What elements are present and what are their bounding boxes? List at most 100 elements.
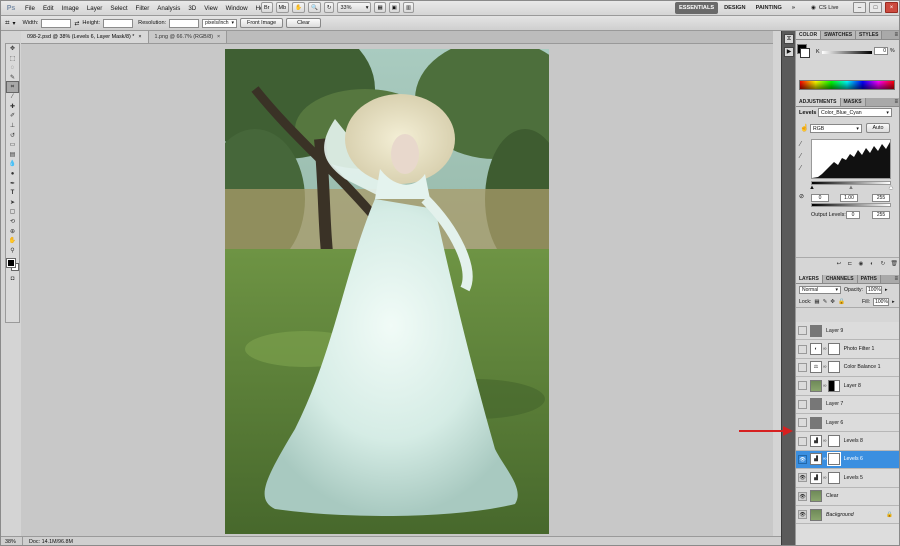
panel-menu-icon[interactable]: ≡ (894, 275, 898, 283)
visibility-icon[interactable]: ◉ (857, 260, 865, 268)
layer-row[interactable]: ◐ ∞ Photo Filter 1 (796, 340, 899, 359)
quick-mask-icon[interactable]: ◘ (7, 274, 18, 284)
trash-icon[interactable]: 🗑 (890, 260, 898, 268)
status-zoom[interactable]: 38% (1, 536, 23, 545)
layer-row[interactable]: ⚖ ∞ Color Balance 1 (796, 358, 899, 378)
width-field[interactable] (41, 18, 72, 28)
layer-mask-thumbnail[interactable] (826, 452, 841, 467)
clip-icon[interactable]: ⊏ (846, 260, 854, 268)
panel-menu-icon[interactable]: ≡ (894, 31, 898, 39)
visibility-toggle[interactable] (798, 436, 807, 446)
blend-mode-select[interactable]: Normal ▾ (799, 286, 841, 294)
chevron-right-icon[interactable]: ▸ (892, 299, 895, 305)
eye-icon[interactable]: 👁 (798, 454, 807, 464)
move-tool-icon[interactable]: ✥ (7, 44, 18, 54)
menu-layer[interactable]: Layer (83, 1, 106, 16)
menu-view[interactable]: View (200, 1, 221, 16)
close-icon[interactable]: × (138, 34, 141, 40)
foreground-color-swatch[interactable] (6, 258, 16, 269)
swap-icon[interactable]: ⇄ (74, 20, 79, 27)
visibility-toggle[interactable] (798, 362, 807, 372)
layer-mask-thumbnail[interactable] (827, 435, 840, 448)
shape-tool-icon[interactable]: ▢ (7, 207, 18, 217)
channel-select[interactable]: RGB ▾ (810, 124, 862, 133)
white-input-slider-handle[interactable]: ▲ (888, 185, 894, 191)
color-spectrum-ramp[interactable] (799, 80, 895, 90)
crop-tool-icon[interactable]: ⌗ (6, 81, 19, 93)
history-brush-tool-icon[interactable]: ↺ (7, 130, 18, 140)
menu-3d[interactable]: 3D (184, 1, 200, 16)
tab-channels[interactable]: CHANNELS (822, 275, 858, 283)
gamma-input-slider-handle[interactable]: ▲ (848, 185, 854, 191)
minimize-button[interactable]: – (853, 2, 866, 13)
workspace-essentials[interactable]: ESSENTIALS (675, 2, 719, 14)
crop-tool-icon[interactable]: ⌗ (5, 18, 10, 28)
height-field[interactable] (103, 18, 134, 28)
minibridge-button[interactable]: Mb (275, 2, 290, 13)
workspace-more[interactable]: » (788, 2, 799, 14)
gray-point-eyedropper-icon[interactable]: ⁄ (800, 153, 801, 160)
eyedropper-tool-icon[interactable]: ⁄ (7, 92, 18, 102)
menu-window[interactable]: Window (222, 1, 252, 16)
clone-stamp-tool-icon[interactable]: ⊥ (7, 121, 18, 131)
actions-panel-icon[interactable]: ▶ (784, 47, 794, 57)
cs-live[interactable]: ◉ CS Live (811, 2, 838, 14)
white-point-eyedropper-icon[interactable]: ⁄ (800, 165, 801, 172)
zoom-tool-icon[interactable]: ⚲ (7, 245, 18, 255)
close-button[interactable]: × (885, 2, 898, 13)
layer-mask-thumbnail[interactable] (827, 471, 840, 484)
layer-mask-thumbnail[interactable] (827, 343, 840, 356)
tool-preset-arrow-icon[interactable]: ▾ (13, 20, 16, 27)
tab-document-2[interactable]: 1.png @ 66.7% (RGB/8) × (148, 31, 228, 43)
hand-tool-icon[interactable]: ✋ (7, 236, 18, 246)
resolution-field[interactable] (169, 18, 200, 28)
rotate-icon[interactable]: ↻ (323, 2, 335, 13)
arrange-icon[interactable]: ▥ (402, 2, 415, 13)
pen-tool-icon[interactable]: ✒ (7, 178, 18, 188)
input-white-field[interactable]: 255 (872, 194, 890, 202)
close-icon[interactable]: × (217, 34, 220, 40)
eraser-tool-icon[interactable]: ▭ (7, 140, 18, 150)
black-input-slider-handle[interactable]: ▲ (809, 185, 815, 191)
path-select-tool-icon[interactable]: ➤ (7, 198, 18, 208)
menu-analysis[interactable]: Analysis (153, 1, 184, 16)
healing-tool-icon[interactable]: ✚ (7, 102, 18, 112)
visibility-toggle[interactable] (798, 418, 807, 428)
zoom-icon[interactable]: 🔍 (308, 2, 321, 13)
clear-button[interactable]: Clear (286, 18, 321, 28)
tab-layers[interactable]: LAYERS (796, 275, 823, 283)
hand-adjust-icon[interactable]: ☝ (800, 124, 809, 132)
quick-select-tool-icon[interactable]: ✎ (7, 73, 18, 83)
tab-document-1[interactable]: 098-2.psd @ 38% (Levels 6, Layer Mask/8)… (21, 31, 149, 43)
history-panel-icon[interactable]: ⧖ (784, 34, 794, 44)
previous-state-icon[interactable]: ◐ (868, 260, 876, 268)
3d-orbit-tool-icon[interactable]: ⊕ (7, 226, 18, 236)
layer-row[interactable]: 👁 Background 🔒 (796, 505, 899, 525)
type-tool-icon[interactable]: T (7, 188, 18, 198)
front-image-button[interactable]: Front Image (240, 18, 284, 28)
3d-rotate-tool-icon[interactable]: ⟲ (7, 217, 18, 227)
panel-menu-icon[interactable]: ≡ (894, 98, 898, 106)
menu-image[interactable]: Image (58, 1, 83, 16)
dodge-tool-icon[interactable]: ● (7, 169, 18, 179)
input-gamma-field[interactable]: 1.00 (840, 194, 858, 202)
return-icon[interactable]: ↩ (835, 260, 843, 268)
visibility-toggle[interactable] (798, 381, 807, 391)
bridge-button[interactable]: Br (261, 2, 273, 13)
opacity-field[interactable]: 100% (866, 286, 883, 294)
gradient-tool-icon[interactable]: ▤ (7, 150, 18, 160)
lock-all-icon[interactable]: 🔒 (838, 299, 845, 305)
tab-adjustments[interactable]: ADJUSTMENTS (796, 98, 841, 106)
tab-masks[interactable]: MASKS (840, 98, 866, 106)
visibility-toggle[interactable] (798, 326, 807, 336)
eye-icon[interactable]: 👁 (798, 491, 807, 501)
color-fg-swatch[interactable] (800, 48, 810, 58)
tab-styles[interactable]: STYLES (856, 31, 883, 39)
layer-row[interactable]: Layer 6 (796, 413, 899, 433)
lock-position-icon[interactable]: ✥ (830, 299, 835, 305)
menu-select[interactable]: Select (106, 1, 131, 16)
zoom-level-select[interactable]: 33% ▾ (337, 2, 372, 13)
layer-row-selected[interactable]: 👁 ▟ ∞ Levels 6 (796, 450, 899, 470)
workspace-painting[interactable]: PAINTING (752, 2, 786, 14)
black-point-eyedropper-icon[interactable]: ⁄ (800, 141, 801, 148)
